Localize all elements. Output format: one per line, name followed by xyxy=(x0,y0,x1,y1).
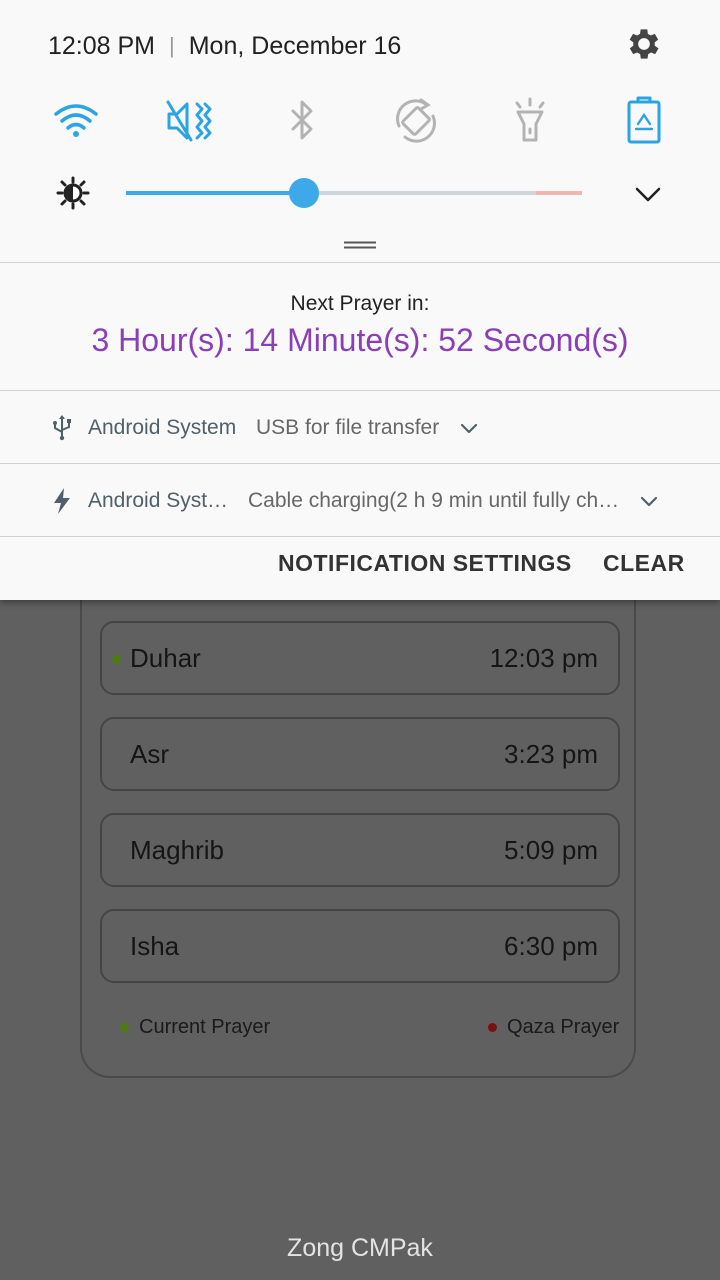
separator: | xyxy=(169,33,175,58)
prayer-row-duhar[interactable]: Duhar 12:03 pm xyxy=(100,621,620,695)
charging-bolt-icon xyxy=(54,488,70,514)
current-legend-dot xyxy=(120,1023,129,1032)
prayer-time: 3:23 pm xyxy=(504,738,598,769)
legend-qaza: Qaza Prayer xyxy=(488,1016,619,1039)
prayer-row-maghrib[interactable]: Maghrib 5:09 pm xyxy=(100,813,620,887)
clock: 12:08 PM xyxy=(48,31,156,60)
usb-icon xyxy=(53,415,71,441)
divider xyxy=(0,262,720,263)
notification-shade: 12:08 PM | Mon, December 16 Next Prayer … xyxy=(0,0,720,600)
brightness-slider[interactable] xyxy=(126,178,582,208)
auto-rotate-icon[interactable] xyxy=(391,96,441,146)
brightness-slider-warning-zone xyxy=(536,191,582,195)
qaza-legend-dot xyxy=(488,1023,497,1032)
notification-message: Cable charging(2 h 9 min until fully ch… xyxy=(248,489,620,512)
divider xyxy=(0,536,720,537)
prayer-time: 12:03 pm xyxy=(489,642,598,673)
notification-app-name: Android System xyxy=(88,416,237,439)
prayer-name: Isha xyxy=(130,930,180,961)
sound-vibrate-icon[interactable] xyxy=(165,96,215,146)
status-datetime: 12:08 PM | Mon, December 16 xyxy=(48,28,401,64)
next-prayer-label: Next Prayer in: xyxy=(290,292,430,315)
quick-settings-row xyxy=(0,96,720,146)
chevron-down-icon[interactable] xyxy=(460,422,478,436)
notification-charging[interactable]: Android Syst… Cable charging(2 h 9 min u… xyxy=(0,465,720,537)
notification-message: USB for file transfer xyxy=(256,416,440,439)
prayer-row-asr[interactable]: Asr 3:23 pm xyxy=(100,717,620,791)
bluetooth-icon[interactable] xyxy=(277,96,327,146)
wifi-icon[interactable] xyxy=(51,96,101,146)
notification-app-name: Android Syst… xyxy=(88,489,229,512)
prayer-name: Asr xyxy=(130,738,169,769)
current-prayer-dot xyxy=(112,655,121,664)
legend-qaza-label: Qaza Prayer xyxy=(507,1016,620,1038)
date: Mon, December 16 xyxy=(188,31,402,60)
prayer-time: 5:09 pm xyxy=(504,834,598,865)
prayer-time: 6:30 pm xyxy=(504,930,598,961)
prayer-name: Maghrib xyxy=(130,834,224,865)
prayer-row-isha[interactable]: Isha 6:30 pm xyxy=(100,909,620,983)
power-saving-icon[interactable] xyxy=(619,96,669,146)
carrier-label: Zong CMPak xyxy=(287,1234,433,1262)
flashlight-icon[interactable] xyxy=(505,96,555,146)
drag-handle-icon[interactable] xyxy=(344,241,376,249)
settings-gear-icon[interactable] xyxy=(624,24,664,64)
divider xyxy=(0,390,720,391)
brightness-slider-thumb[interactable] xyxy=(288,178,319,208)
legend-current-label: Current Prayer xyxy=(139,1016,271,1038)
divider xyxy=(0,463,720,464)
clear-button[interactable]: CLEAR xyxy=(603,550,685,577)
notification-settings-button[interactable]: NOTIFICATION SETTINGS xyxy=(278,550,572,577)
legend-current: Current Prayer xyxy=(120,1016,270,1039)
brightness-slider-fill xyxy=(126,191,304,195)
chevron-down-icon[interactable] xyxy=(634,182,662,206)
next-prayer-countdown: 3 Hour(s): 14 Minute(s): 52 Second(s) xyxy=(91,322,629,358)
notification-usb[interactable]: Android System USB for file transfer xyxy=(0,392,720,464)
brightness-icon xyxy=(56,176,90,210)
prayer-name: Duhar xyxy=(130,642,201,673)
chevron-down-icon[interactable] xyxy=(640,495,658,509)
